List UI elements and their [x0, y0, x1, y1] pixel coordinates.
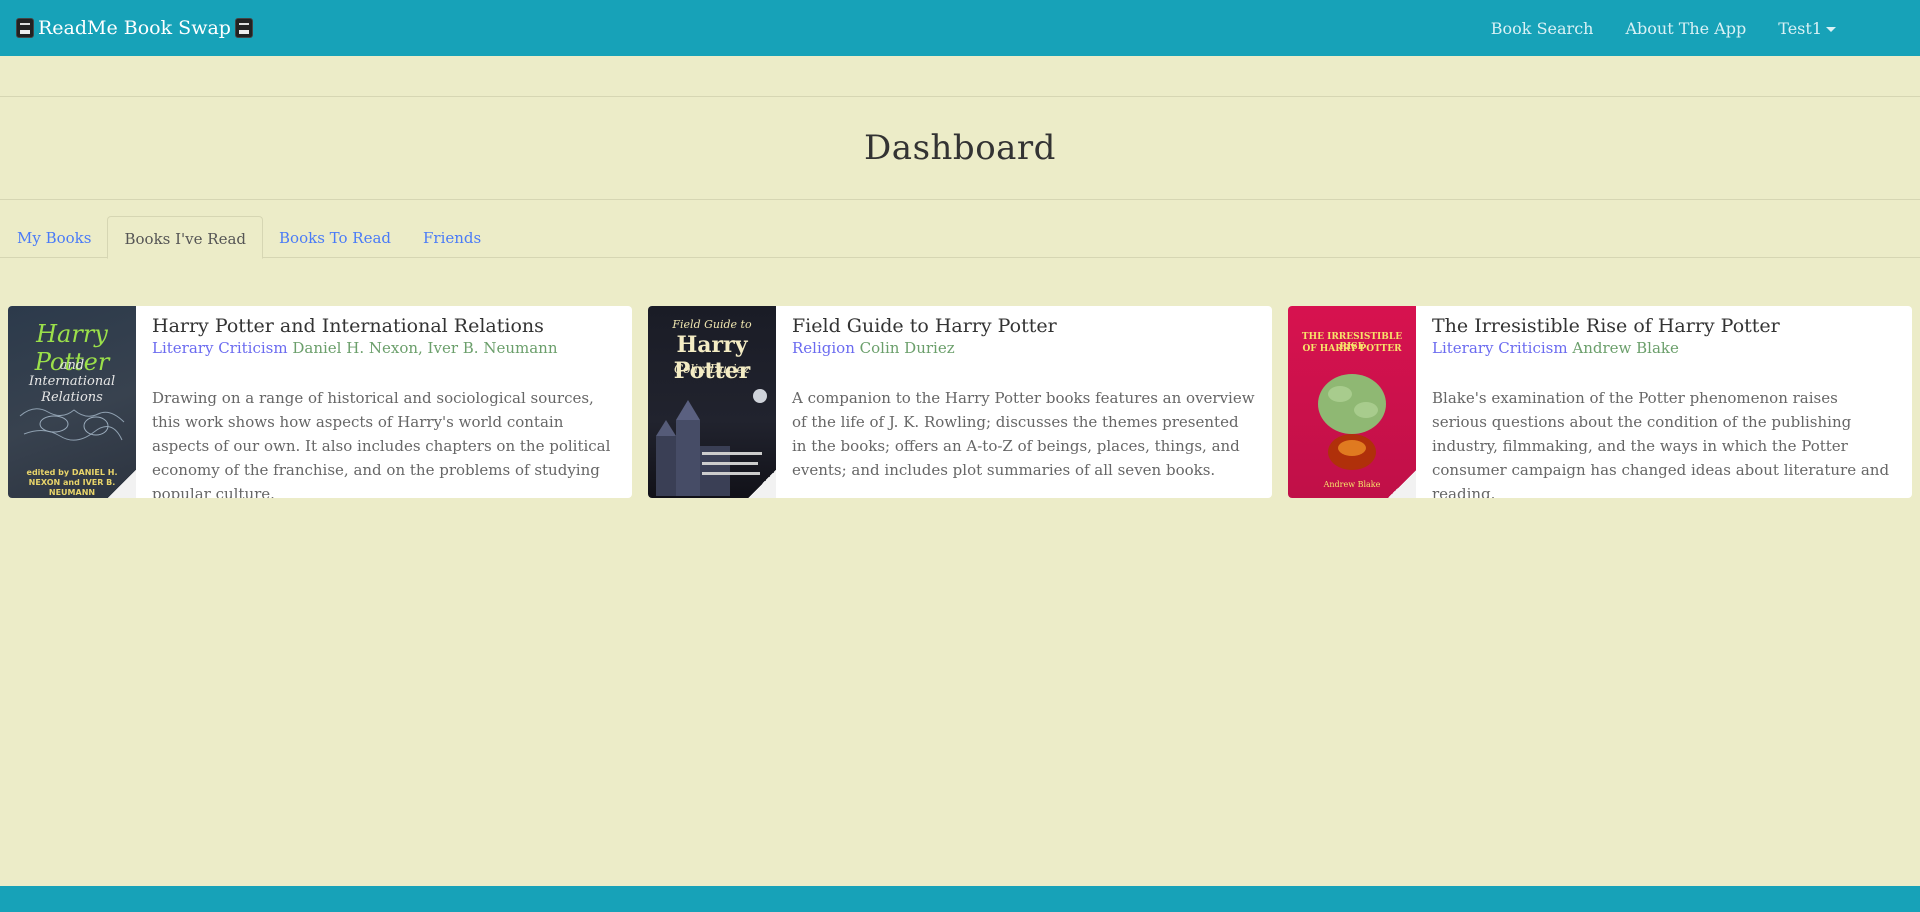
book-list: Harry Potter and International Relations…	[8, 306, 1912, 498]
book-description: Blake's examination of the Potter phenom…	[1432, 389, 1890, 498]
caret-down-icon	[1826, 26, 1836, 32]
tab-my-books[interactable]: My Books	[1, 216, 107, 258]
book-icon	[16, 18, 34, 38]
cover-title-line2: OF HARRY POTTER	[1302, 344, 1402, 354]
book-details: Harry Potter and International Relations…	[136, 306, 632, 498]
page-curl-graphic	[748, 470, 776, 498]
world-map-graphic	[19, 408, 125, 441]
book-meta: Literary Criticism Andrew Blake	[1432, 338, 1896, 358]
brand-name: ReadMe Book Swap	[38, 17, 231, 39]
book-title: The Irresistible Rise of Harry Potter	[1432, 315, 1780, 337]
money-cauldron-graphic	[1318, 374, 1386, 470]
book-authors: Andrew Blake	[1572, 339, 1679, 357]
nav-links: Book Search About The App Test1	[1491, 19, 1836, 38]
book-title: Field Guide to Harry Potter	[792, 315, 1057, 337]
book-cover[interactable]: THE IRRESISTIBLE RISE OF HARRY POTTER An…	[1288, 306, 1416, 498]
tab-friends[interactable]: Friends	[407, 216, 497, 258]
book-description: A companion to the Harry Potter books fe…	[792, 389, 1255, 479]
book-genre: Literary Criticism	[1432, 339, 1568, 357]
book-card[interactable]: THE IRRESISTIBLE RISE OF HARRY POTTER An…	[1288, 306, 1912, 498]
brand-link[interactable]: ReadMe Book Swap	[16, 17, 253, 39]
book-authors: Colin Duriez	[859, 339, 955, 357]
book-card[interactable]: Field Guide to Harry Potter Colin Duriez…	[648, 306, 1272, 498]
tab-books-to-read[interactable]: Books To Read	[263, 216, 407, 258]
page-title: Dashboard	[864, 128, 1056, 168]
book-cover[interactable]: Field Guide to Harry Potter Colin Duriez	[648, 306, 776, 498]
book-meta: Religion Colin Duriez	[792, 338, 1256, 358]
book-details: The Irresistible Rise of Harry Potter Li…	[1416, 306, 1912, 498]
book-genre: Religion	[792, 339, 855, 357]
book-meta: Literary Criticism Daniel H. Nexon, Iver…	[152, 338, 616, 358]
cover-credit: Colin Duriez	[674, 362, 750, 376]
book-title: Harry Potter and International Relations	[152, 315, 544, 337]
book-cover[interactable]: Harry Potter and International Relations…	[8, 306, 136, 498]
book-authors: Daniel H. Nexon, Iver B. Neumann	[292, 339, 558, 357]
book-genre: Literary Criticism	[152, 339, 288, 357]
tab-bar: My Books Books I've Read Books To Read F…	[0, 216, 1920, 259]
nav-link-about[interactable]: About The App	[1625, 19, 1746, 38]
tab-books-ive-read[interactable]: Books I've Read	[107, 216, 264, 259]
book-card[interactable]: Harry Potter and International Relations…	[8, 306, 632, 498]
user-dropdown-label[interactable]: Test1	[1778, 19, 1822, 38]
page-curl-graphic	[1388, 470, 1416, 498]
book-details: Field Guide to Harry Potter Religion Col…	[776, 306, 1272, 498]
page-header: Dashboard	[0, 96, 1920, 200]
nav-link-book-search[interactable]: Book Search	[1491, 19, 1594, 38]
book-description: Drawing on a range of historical and soc…	[152, 389, 611, 498]
cover-subtitle: Field Guide to	[672, 318, 752, 331]
page-curl-graphic	[108, 470, 136, 498]
user-dropdown[interactable]: Test1	[1778, 19, 1836, 38]
footer	[0, 886, 1920, 912]
navbar: ReadMe Book Swap Book Search About The A…	[0, 0, 1920, 56]
book-icon	[234, 18, 253, 38]
